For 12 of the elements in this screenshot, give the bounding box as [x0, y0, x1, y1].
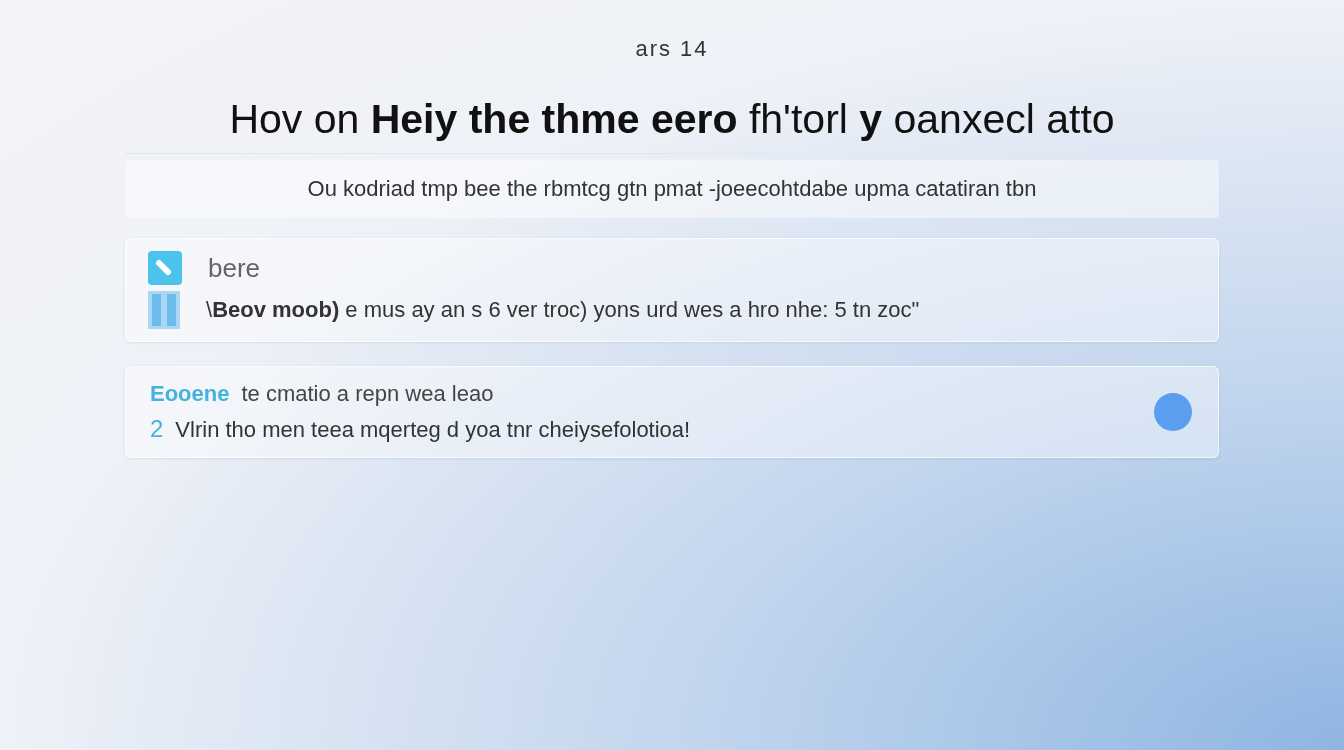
page-eyebrow: ars 14 — [635, 36, 709, 62]
card-text: Vlrin tho men teea mqerteg d yoa tnr cheiysefolotioa! — [175, 417, 691, 443]
step-number: 2 — [150, 415, 164, 443]
card-label: Eooene — [150, 381, 230, 407]
card-caption: te cmatio a repn wea leao — [241, 381, 494, 407]
tag-icon — [148, 251, 182, 285]
pause-icon — [148, 291, 180, 329]
card-text: \Beov moob) e mus ay an s 6 ver troc) yons urd wes a hro nhe: 5 tn zoc" — [206, 297, 920, 323]
page-title: Hov on Heiy the thme eero fh'torl y oanxecl atto — [125, 96, 1219, 154]
page-subtitle: Ou kodriad tmp bee the rbmtcg gtn pmat -joeecohtdabe upma catatiran tbn — [307, 176, 1037, 202]
status-dot — [1154, 393, 1192, 431]
card-label: bere — [208, 252, 261, 284]
